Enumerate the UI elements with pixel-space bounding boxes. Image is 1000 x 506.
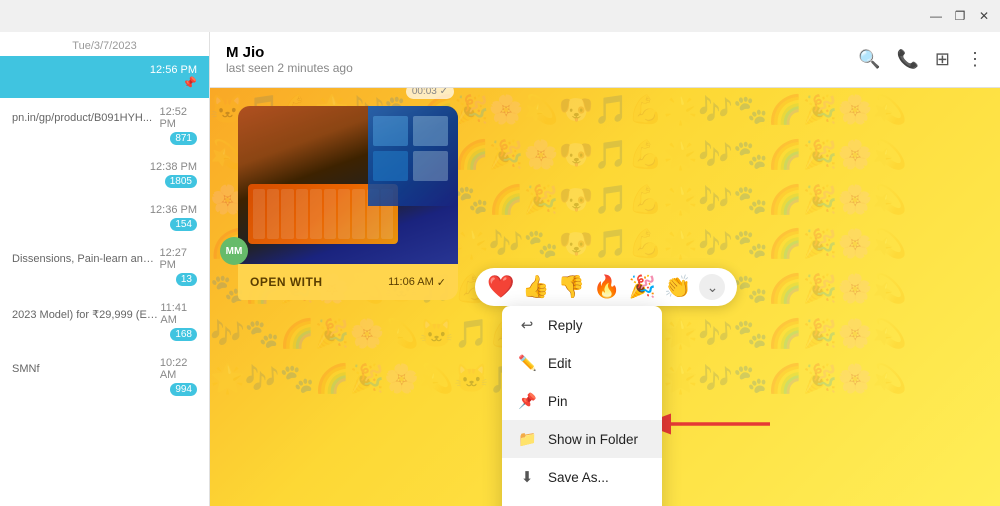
message-timestamp-top: 00:03 ✓	[406, 88, 454, 99]
chat-item-2[interactable]: pn.in/gp/product/B091HYH... 12:52 PM 871	[0, 98, 209, 153]
chat-snippet-5: Dissensions, Pain-learn and U...	[12, 253, 159, 265]
chat-item-4[interactable]: 12:36 PM 154	[0, 196, 209, 239]
reply-label: Reply	[548, 318, 583, 333]
chat-header: M Jio last seen 2 minutes ago 🔍 📞 ⊞ ⋮	[210, 32, 1000, 88]
edit-label: Edit	[548, 356, 571, 371]
chat-badge-2: 871	[170, 132, 197, 145]
menu-item-save-as[interactable]: ⬇ Save As...	[502, 458, 662, 496]
chat-badge-5: 13	[176, 273, 197, 286]
check-icon: ✓	[437, 276, 446, 289]
reaction-thumbsdown[interactable]: 👎	[558, 274, 585, 300]
reaction-clap[interactable]: 👏	[664, 274, 691, 300]
chat-item-active[interactable]: 12:56 PM 📌	[0, 56, 209, 98]
contact-status: last seen 2 minutes ago	[226, 61, 353, 75]
message-bubble: 00:03 ✓	[238, 106, 458, 300]
chat-header-info: M Jio last seen 2 minutes ago	[226, 44, 353, 75]
reaction-party[interactable]: 🎉	[629, 274, 656, 300]
chat-time-1: 12:56 PM	[150, 64, 197, 76]
chat-item-5[interactable]: Dissensions, Pain-learn and U... 12:27 P…	[0, 239, 209, 294]
menu-item-edit[interactable]: ✏️ Edit	[502, 344, 662, 382]
image-message: OPEN WITH 11:06 AM ✓	[238, 106, 458, 300]
chat-area: M Jio last seen 2 minutes ago 🔍 📞 ⊞ ⋮ 🐱🎵…	[210, 32, 1000, 506]
image-preview	[238, 106, 458, 264]
reply-icon: ↩	[518, 316, 536, 334]
pin-icon: 📌	[182, 76, 197, 90]
reaction-thumbsup[interactable]: 👍	[522, 274, 549, 300]
maximize-button[interactable]: ❐	[952, 8, 968, 24]
menu-item-pin[interactable]: 📌 Pin	[502, 382, 662, 420]
edit-icon: ✏️	[518, 354, 536, 372]
reaction-heart[interactable]: ❤️	[487, 274, 514, 300]
minimize-button[interactable]: —	[928, 8, 944, 24]
pin-label: Pin	[548, 394, 568, 409]
titlebar: — ❐ ✕	[0, 0, 1000, 32]
reaction-bar: ❤️ 👍 👎 🔥 🎉 👏 ⌄	[475, 268, 737, 306]
show-folder-label: Show in Folder	[548, 432, 638, 447]
avatar: MM	[220, 237, 248, 265]
reaction-more-button[interactable]: ⌄	[699, 274, 725, 300]
chat-badge-3: 1805	[165, 175, 197, 188]
chat-item-7[interactable]: SMNf 10:22 AM 994	[0, 349, 209, 404]
save-icon: ⬇	[518, 468, 536, 486]
pin-menu-icon: 📌	[518, 392, 536, 410]
sidebar: Tue/3/7/2023 12:56 PM 📌 pn.in/gp/product…	[0, 32, 210, 506]
chat-time-4: 12:36 PM	[150, 204, 197, 216]
folder-icon: 📁	[518, 430, 536, 448]
chat-badge-4: 154	[170, 218, 197, 231]
open-with-label[interactable]: OPEN WITH	[250, 275, 323, 289]
chat-item-6[interactable]: 2023 Model) for ₹29,999 (Effe... 11:41 A…	[0, 294, 209, 349]
save-as-label: Save As...	[548, 470, 609, 485]
chat-header-icons: 🔍 📞 ⊞ ⋮	[858, 49, 984, 70]
close-button[interactable]: ✕	[976, 8, 992, 24]
chat-item-3[interactable]: 12:38 PM 1805	[0, 153, 209, 196]
chat-time-6: 11:41 AM	[160, 302, 197, 326]
chat-snippet-6: 2023 Model) for ₹29,999 (Effe...	[12, 308, 160, 321]
photo-overlay	[368, 106, 458, 206]
menu-item-forward[interactable]: ↪ Forward	[502, 496, 662, 506]
search-icon[interactable]: 🔍	[858, 49, 880, 70]
chat-background: 🐱🎵💪🌟🎶🐾🌈🎉🌸💫🐶🎵💪🌟🎶🐾🌈🎉🌸💫 💫🐱🎵💪🌟🎶🐾🌈🎉🌸🐶🎵💪🌟🎶🐾🌈🎉🌸…	[210, 88, 1000, 506]
sidebar-date: Tue/3/7/2023	[0, 32, 209, 56]
main-layout: Tue/3/7/2023 12:56 PM 📌 pn.in/gp/product…	[0, 32, 1000, 506]
chat-snippet-2: pn.in/gp/product/B091HYH...	[12, 112, 159, 124]
layout-icon[interactable]: ⊞	[935, 49, 950, 70]
menu-item-show-folder[interactable]: 📁 Show in Folder	[502, 420, 662, 458]
open-with-bar: OPEN WITH 11:06 AM ✓	[238, 264, 458, 300]
chat-time-2: 12:52 PM	[159, 106, 197, 130]
call-icon[interactable]: 📞	[896, 49, 918, 70]
reaction-fire[interactable]: 🔥	[593, 274, 620, 300]
more-icon[interactable]: ⋮	[966, 49, 984, 70]
chat-time-3: 12:38 PM	[150, 161, 197, 173]
chat-badge-7: 994	[170, 383, 197, 396]
chat-badge-6: 168	[170, 328, 197, 341]
context-menu: ↩ Reply ✏️ Edit 📌 Pin 📁 Show in Folder ⬇	[502, 306, 662, 506]
image-content	[238, 106, 458, 264]
message-time: 11:06 AM	[388, 276, 434, 288]
message-time-check: 11:06 AM ✓	[388, 276, 446, 289]
chat-snippet-7: SMNf	[12, 363, 160, 375]
menu-item-reply[interactable]: ↩ Reply	[502, 306, 662, 344]
contact-name: M Jio	[226, 44, 353, 61]
chat-time-7: 10:22 AM	[160, 357, 197, 381]
chat-time-5: 12:27 PM	[159, 247, 197, 271]
